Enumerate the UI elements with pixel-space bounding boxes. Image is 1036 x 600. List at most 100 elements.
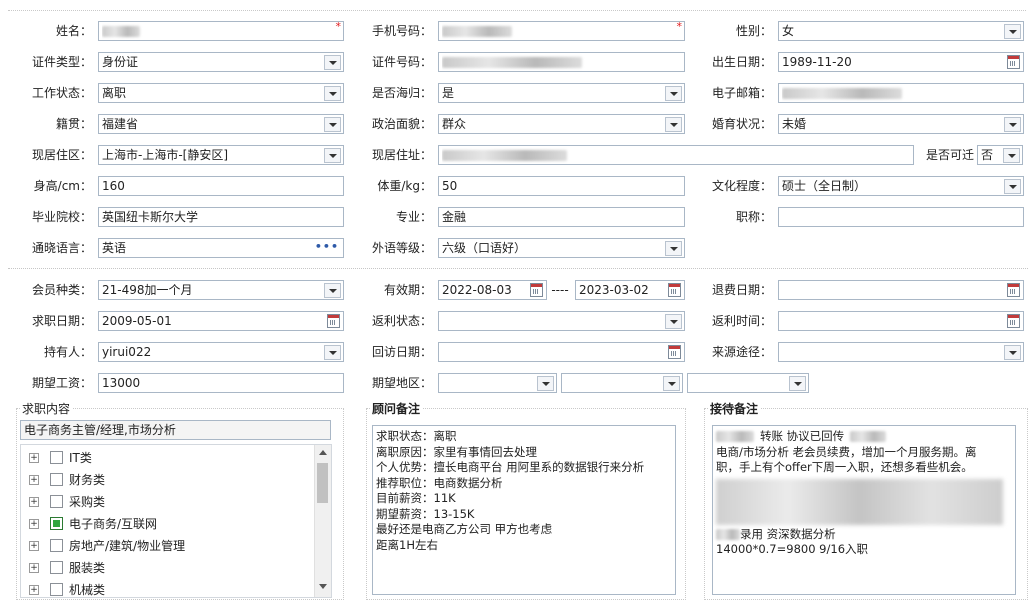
redacted-name xyxy=(716,431,754,442)
name-label: 姓名： xyxy=(55,24,92,38)
checkbox[interactable] xyxy=(50,495,63,508)
work-status-select[interactable]: 离职 xyxy=(98,83,344,103)
returnee-select[interactable]: 是 xyxy=(438,83,685,103)
major-input[interactable]: 金融 xyxy=(438,207,685,227)
weight-input[interactable]: 50 xyxy=(438,176,685,196)
scroll-up-icon[interactable] xyxy=(319,450,327,455)
education-select[interactable]: 硕士（全日制） xyxy=(778,176,1024,196)
note-line: 期望薪资：13-15K xyxy=(376,506,475,521)
rebate-status-label: 返利状态： xyxy=(371,314,432,328)
expand-icon[interactable]: + xyxy=(29,519,39,529)
redacted-name xyxy=(850,431,887,442)
chevron-down-icon[interactable] xyxy=(324,345,341,360)
expected-salary-input[interactable]: 13000 xyxy=(98,373,344,393)
chevron-down-icon[interactable] xyxy=(324,148,341,163)
language-label: 通晓语言： xyxy=(31,241,92,255)
id-type-select[interactable]: 身份证 xyxy=(98,52,344,72)
language-level-select[interactable]: 六级（口语好） xyxy=(438,238,685,258)
holder-select[interactable]: yirui022 xyxy=(98,342,344,362)
reception-notes-title: 接待备注 xyxy=(708,400,761,417)
chevron-down-icon[interactable] xyxy=(665,117,682,132)
rebate-status-select[interactable] xyxy=(438,311,685,331)
checkbox[interactable] xyxy=(50,451,63,464)
expected-region-province-select[interactable] xyxy=(438,373,557,393)
address-label: 现居住址： xyxy=(371,148,432,162)
expected-region-city-select[interactable] xyxy=(561,373,683,393)
school-input[interactable]: 英国纽卡斯尔大学 xyxy=(98,207,344,227)
consultant-notes-textarea[interactable]: 求职状态：离职 离职原因：家里有事情回去处理 个人优势：擅长电商平台 用阿里系的数据… xyxy=(372,425,676,595)
name-input[interactable]: * xyxy=(98,20,344,41)
source-label: 来源途径： xyxy=(711,345,772,359)
chevron-down-icon[interactable] xyxy=(1004,179,1021,194)
calendar-icon[interactable] xyxy=(530,283,543,297)
member-type-select[interactable]: 21-498加一个月 xyxy=(98,280,344,300)
chevron-down-icon[interactable] xyxy=(1004,24,1021,39)
expected-region-label: 期望地区： xyxy=(371,376,432,390)
validity-separator: ---- xyxy=(551,283,569,297)
chevron-down-icon[interactable] xyxy=(1004,117,1021,132)
chevron-down-icon[interactable] xyxy=(324,86,341,101)
calendar-icon[interactable] xyxy=(1007,283,1020,297)
calendar-icon[interactable] xyxy=(668,283,681,297)
checkbox[interactable] xyxy=(50,539,63,552)
expected-region-district-select[interactable] xyxy=(687,373,809,393)
email-redacted xyxy=(782,88,902,99)
more-options-icon[interactable]: ••• xyxy=(315,240,339,253)
language-input[interactable]: 英语 ••• xyxy=(98,238,344,258)
job-seek-date-input[interactable]: 2009-05-01 xyxy=(98,311,344,331)
chevron-down-icon[interactable] xyxy=(665,241,682,256)
tree-scrollbar[interactable] xyxy=(314,445,331,597)
chevron-down-icon[interactable] xyxy=(1003,148,1020,163)
scroll-thumb[interactable] xyxy=(317,463,328,503)
mobile-input[interactable]: * xyxy=(438,20,685,41)
chevron-down-icon[interactable] xyxy=(537,376,554,391)
checkbox[interactable] xyxy=(50,517,63,530)
reception-notes-textarea[interactable]: 转账 协议已回传 电商/市场分析 老会员续费，增加一个月服务期。离 职，手上有个… xyxy=(712,425,1016,595)
expand-icon[interactable]: + xyxy=(29,563,39,573)
tree-item-label: 服装类 xyxy=(69,561,106,575)
calendar-icon[interactable] xyxy=(327,314,340,328)
chevron-down-icon[interactable] xyxy=(324,117,341,132)
expand-icon[interactable]: + xyxy=(29,585,39,595)
scroll-down-icon[interactable] xyxy=(319,584,327,589)
id-number-input[interactable] xyxy=(438,52,685,72)
consultant-notes-title: 顾问备注 xyxy=(370,400,423,417)
chevron-down-icon[interactable] xyxy=(789,376,806,391)
chevron-down-icon[interactable] xyxy=(663,376,680,391)
relocatable-select[interactable]: 否 xyxy=(977,145,1023,165)
calendar-icon[interactable] xyxy=(1007,55,1020,69)
refund-date-input[interactable] xyxy=(778,280,1024,300)
marital-select[interactable]: 未婚 xyxy=(778,114,1024,134)
calendar-icon[interactable] xyxy=(668,345,681,359)
source-select[interactable] xyxy=(778,342,1024,362)
chevron-down-icon[interactable] xyxy=(665,86,682,101)
validity-to-input[interactable]: 2023-03-02 xyxy=(575,280,685,300)
native-place-select[interactable]: 福建省 xyxy=(98,114,344,134)
expand-icon[interactable]: + xyxy=(29,453,39,463)
rebate-time-input[interactable] xyxy=(778,311,1024,331)
expand-icon[interactable]: + xyxy=(29,475,39,485)
checkbox[interactable] xyxy=(50,583,63,596)
checkbox[interactable] xyxy=(50,561,63,574)
chevron-down-icon[interactable] xyxy=(1004,345,1021,360)
birth-date-input[interactable]: 1989-11-20 xyxy=(778,52,1024,72)
expand-icon[interactable]: + xyxy=(29,541,39,551)
title-input[interactable] xyxy=(778,207,1024,227)
education-label: 文化程度： xyxy=(711,179,772,193)
chevron-down-icon[interactable] xyxy=(324,55,341,70)
residence-area-select[interactable]: 上海市-上海市-[静安区] xyxy=(98,145,344,165)
address-input[interactable] xyxy=(438,145,914,165)
expand-icon[interactable]: + xyxy=(29,497,39,507)
chevron-down-icon[interactable] xyxy=(665,314,682,329)
height-label: 身高/cm： xyxy=(33,179,92,193)
revisit-date-input[interactable] xyxy=(438,342,685,362)
validity-from-input[interactable]: 2022-08-03 xyxy=(438,280,547,300)
email-input[interactable] xyxy=(778,83,1024,103)
holder-label: 持有人： xyxy=(43,345,92,359)
gender-select[interactable]: 女 xyxy=(778,21,1024,41)
height-input[interactable]: 160 xyxy=(98,176,344,196)
checkbox[interactable] xyxy=(50,473,63,486)
calendar-icon[interactable] xyxy=(1007,314,1020,328)
political-select[interactable]: 群众 xyxy=(438,114,685,134)
chevron-down-icon[interactable] xyxy=(324,283,341,298)
